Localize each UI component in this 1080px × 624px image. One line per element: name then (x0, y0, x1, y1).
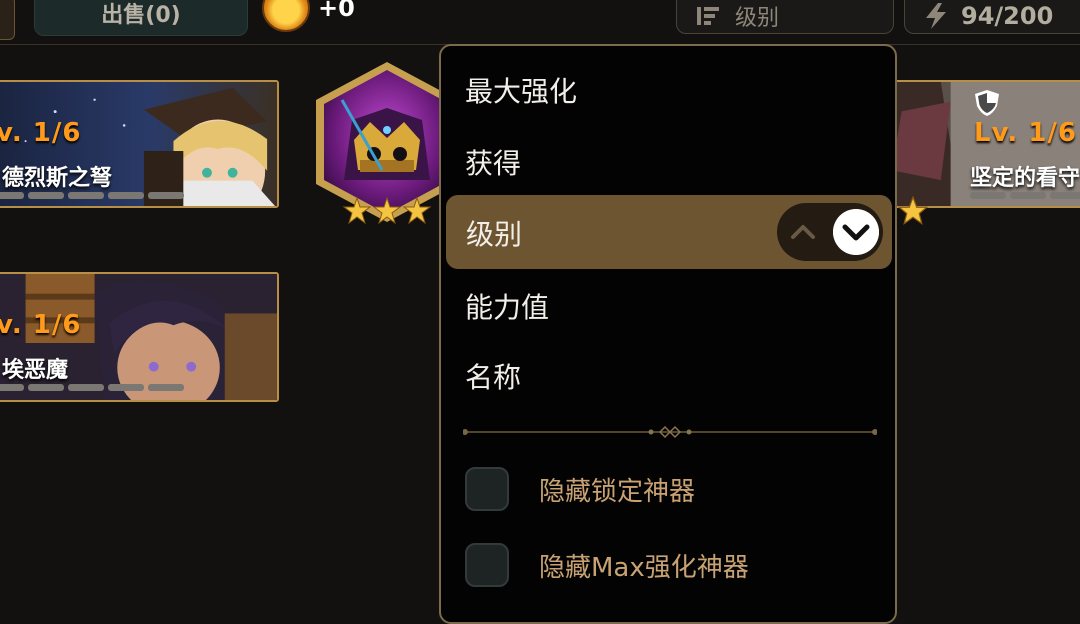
coin-value: +0 (318, 0, 355, 22)
sort-button[interactable]: 级别 (676, 0, 894, 34)
hide-max-label: 隐藏Max强化神器 (539, 552, 749, 583)
sort-option-max-enhance[interactable]: 最大强化 (465, 70, 577, 110)
sort-option-level-selected[interactable]: 级别 (446, 195, 892, 269)
star-rating (342, 196, 432, 225)
card-name: 埃恶魔 (2, 358, 69, 383)
card-name: 坚定的看守 (970, 166, 1080, 191)
gold-coin-icon (262, 0, 310, 32)
card-name: 德烈斯之弩 (2, 166, 113, 191)
pip (970, 192, 1006, 199)
filter-hide-locked[interactable]: 隐藏锁定神器 (465, 464, 695, 514)
enhance-pips (0, 192, 184, 199)
artifact-card[interactable]: v. 1/6 德烈斯之弩 (0, 80, 279, 208)
energy-value: 94/200 (961, 2, 1054, 30)
chevron-up-icon[interactable] (789, 218, 817, 246)
artifact-card[interactable]: v. 1/6 埃恶魔 (0, 272, 279, 402)
artifact-card[interactable]: Lv. 1/6 坚定的看守 (880, 80, 1080, 208)
sort-option-acquired[interactable]: 获得 (465, 142, 521, 182)
sort-dropdown-menu: 最大强化 获得 级别 能力值 名称 隐藏锁定神器 隐藏Max强化神器 (439, 44, 897, 624)
sell-label: 出售 (101, 3, 146, 28)
enhance-pips (0, 384, 184, 391)
enhance-pips (970, 192, 1080, 199)
top-bar: 出售(0) +0 级别 94/200 (0, 0, 1080, 46)
card-level: v. 1/6 (0, 118, 82, 148)
lightning-icon (926, 3, 946, 29)
pip (1050, 192, 1080, 199)
pip (108, 384, 144, 391)
sort-option-level: 级别 (466, 218, 523, 251)
pip (28, 384, 64, 391)
back-tab[interactable] (0, 0, 15, 40)
pip (0, 192, 24, 199)
pip (108, 192, 144, 199)
pip (1010, 192, 1046, 199)
pip (68, 192, 104, 199)
filter-hide-max-enhanced[interactable]: 隐藏Max强化神器 (465, 540, 749, 590)
card-level: Lv. 1/6 (974, 118, 1078, 148)
pip (148, 384, 184, 391)
sort-option-name[interactable]: 名称 (465, 356, 521, 396)
star-icon (897, 196, 929, 225)
sort-list-icon (697, 7, 719, 25)
pip (28, 192, 64, 199)
hide-locked-checkbox[interactable] (465, 467, 509, 511)
sell-button[interactable]: 出售(0) (34, 0, 248, 36)
pip (68, 384, 104, 391)
sell-count: (0) (145, 3, 181, 28)
chevron-down-icon[interactable] (833, 209, 879, 255)
pip (0, 384, 24, 391)
hide-max-checkbox[interactable] (465, 543, 509, 587)
ornament-divider (463, 425, 877, 439)
sort-option-stats[interactable]: 能力值 (465, 286, 549, 326)
sort-order-toggle[interactable] (777, 203, 883, 261)
hide-locked-label: 隐藏锁定神器 (539, 476, 696, 507)
card-level: v. 1/6 (0, 310, 82, 340)
energy-display[interactable]: 94/200 (904, 0, 1080, 34)
shield-icon (975, 90, 999, 116)
pip (148, 192, 184, 199)
sort-button-label: 级别 (735, 6, 780, 31)
